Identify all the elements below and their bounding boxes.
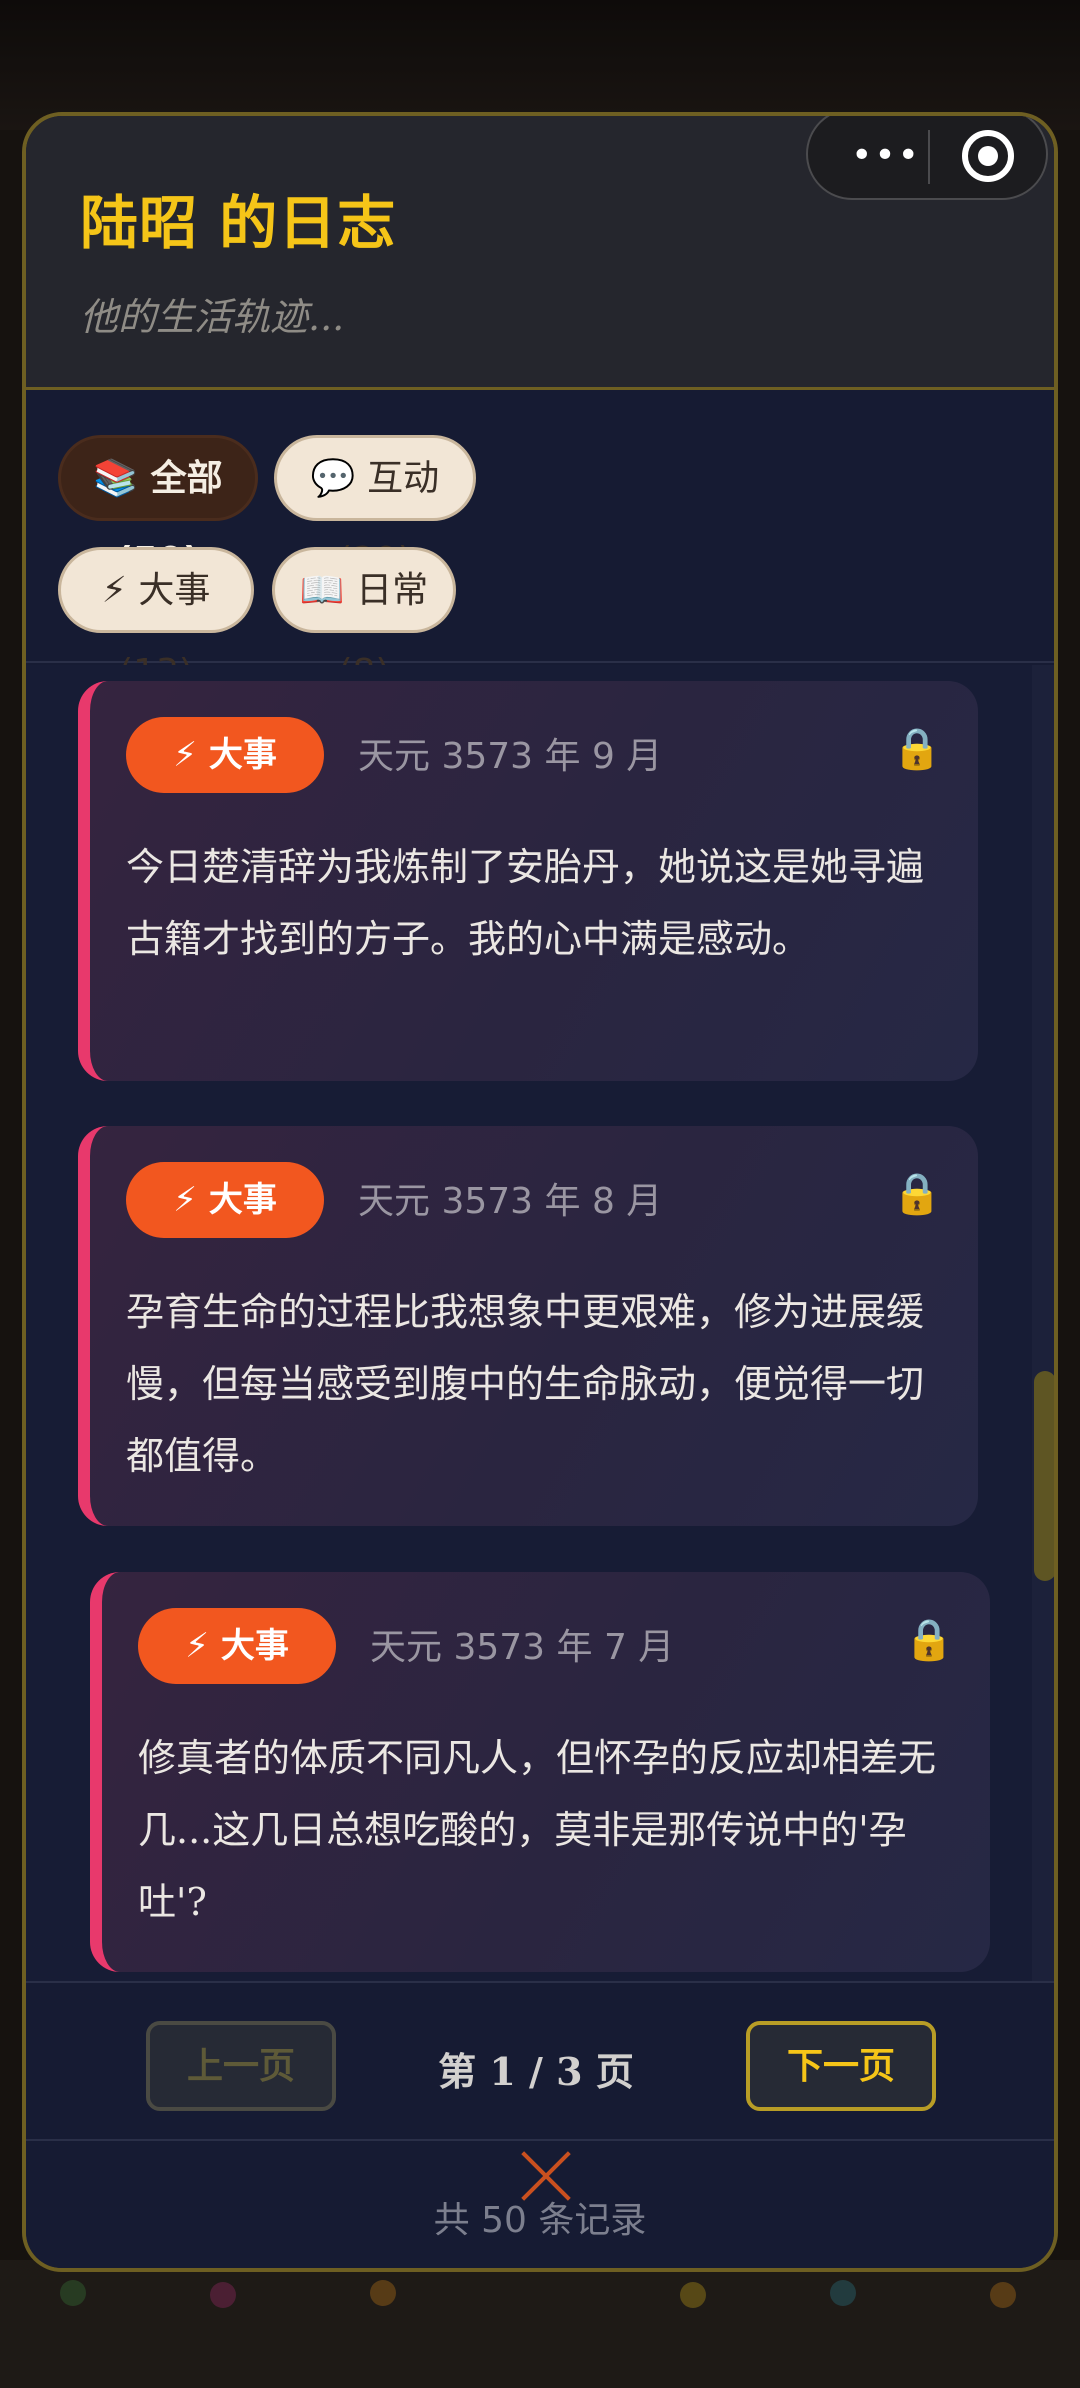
filter-daily[interactable]: 📖 日常 (8)	[272, 547, 456, 693]
entry-text: 修真者的体质不同凡人，但怀孕的反应却相差无几...这几日总想吃酸的，莫非是那传说…	[138, 1736, 937, 1924]
background-icon	[210, 2282, 236, 2308]
background-icon	[830, 2280, 856, 2306]
close-miniprogram-icon[interactable]	[962, 130, 1014, 182]
page-title: 陆昭 的日志	[80, 189, 397, 257]
pagination: 上一页 第 1 / 3 页 下一页	[26, 1981, 1054, 2141]
page-subtitle: 他的生活轨迹...	[80, 295, 345, 339]
filter-major-events[interactable]: ⚡ 大事 (13)	[58, 547, 254, 693]
category-badge: ⚡ 大事	[138, 1608, 336, 1684]
close-icon[interactable]	[516, 2147, 576, 2207]
footer: 共 50 条记录	[26, 2143, 1054, 2268]
background-top	[0, 0, 1080, 130]
entry-date: 天元 3573 年 9 月	[358, 736, 663, 777]
filter-all[interactable]: 📚 全部 (50)	[58, 435, 258, 581]
filter-bar: 📚 全部 (50) 💬 互动 (29) ⚡ 大事 (13) 📖 日常 (8)	[26, 393, 1054, 693]
journal-entry[interactable]: ⚡ 大事 天元 3573 年 8 月 🔒 孕育生命的过程比我想象中更艰难，修为进…	[78, 1126, 978, 1526]
entry-date: 天元 3573 年 8 月	[358, 1181, 663, 1222]
scrollbar-track[interactable]	[1032, 665, 1054, 1981]
scrollbar-thumb[interactable]	[1034, 1371, 1054, 1581]
entry-date: 天元 3573 年 7 月	[370, 1627, 675, 1668]
entry-text: 孕育生命的过程比我想象中更艰难，修为进展缓慢，但每当感受到腹中的生命脉动，便觉得…	[126, 1290, 925, 1478]
journal-list[interactable]: ⚡ 大事 天元 3573 年 9 月 🔒 今日楚清辞为我炼制了安胎丹，她说这是她…	[26, 665, 1054, 1981]
background-icon	[60, 2280, 86, 2306]
page-indicator: 第 1 / 3 页	[438, 2049, 634, 2094]
capsule-divider	[928, 130, 930, 184]
category-badge: ⚡ 大事	[126, 1162, 324, 1238]
next-page-button[interactable]: 下一页	[746, 2021, 936, 2111]
background-icon	[370, 2280, 396, 2306]
background-icon	[990, 2282, 1016, 2308]
background-bottom	[0, 2260, 1080, 2388]
journal-entry[interactable]: ⚡ 大事 天元 3573 年 7 月 🔒 修真者的体质不同凡人，但怀孕的反应却相…	[90, 1572, 990, 1972]
filter-interaction[interactable]: 💬 互动 (29)	[274, 435, 476, 581]
more-icon[interactable]: •••	[838, 134, 934, 178]
lock-icon[interactable]: 🔒	[892, 1170, 942, 1217]
lock-icon[interactable]: 🔒	[892, 725, 942, 772]
journal-entry[interactable]: ⚡ 大事 天元 3573 年 9 月 🔒 今日楚清辞为我炼制了安胎丹，她说这是她…	[78, 681, 978, 1081]
journal-modal: 陆昭 的日志 他的生活轨迹... ••• 📚 全部 (50) 💬 互动 (29)…	[22, 112, 1058, 2272]
lock-icon[interactable]: 🔒	[904, 1616, 954, 1663]
modal-header: 陆昭 的日志 他的生活轨迹... •••	[26, 116, 1054, 390]
prev-page-button[interactable]: 上一页	[146, 2021, 336, 2111]
background-icon	[680, 2282, 706, 2308]
entry-text: 今日楚清辞为我炼制了安胎丹，她说这是她寻遍古籍才找到的方子。我的心中满是感动。	[126, 845, 925, 961]
category-badge: ⚡ 大事	[126, 717, 324, 793]
miniprogram-capsule: •••	[806, 116, 1048, 200]
